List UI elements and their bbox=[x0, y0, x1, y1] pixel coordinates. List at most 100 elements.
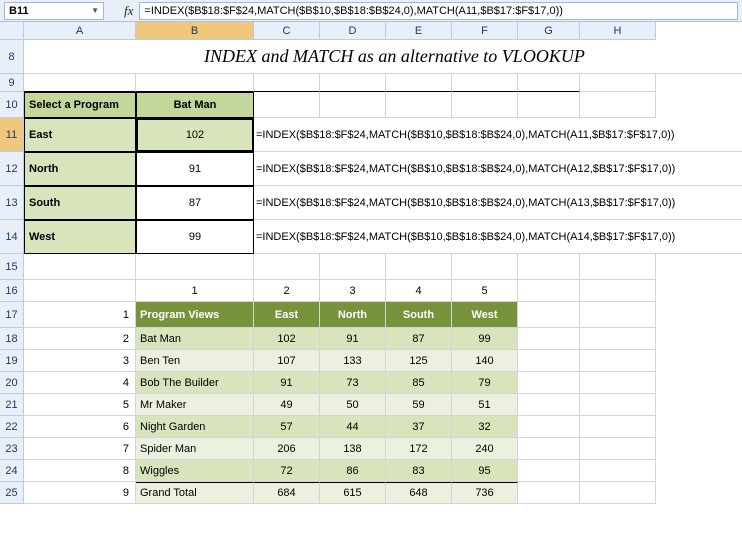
region-label[interactable]: West bbox=[24, 220, 136, 254]
col-index[interactable]: 3 bbox=[320, 280, 386, 302]
row-index[interactable]: 9 bbox=[24, 482, 136, 504]
row-header[interactable]: 14 bbox=[0, 220, 24, 254]
data-cell[interactable]: 99 bbox=[452, 328, 518, 350]
cell[interactable] bbox=[580, 394, 656, 416]
row-index[interactable]: 5 bbox=[24, 394, 136, 416]
cell[interactable] bbox=[518, 482, 580, 504]
cell[interactable] bbox=[518, 394, 580, 416]
cell[interactable] bbox=[518, 74, 580, 92]
row-header[interactable]: 18 bbox=[0, 328, 24, 350]
cell[interactable] bbox=[518, 372, 580, 394]
col-header[interactable]: D bbox=[320, 22, 386, 40]
region-value[interactable]: 87 bbox=[136, 186, 254, 220]
cell[interactable] bbox=[452, 74, 518, 92]
table-header[interactable]: South bbox=[386, 302, 452, 328]
cell[interactable] bbox=[518, 280, 580, 302]
data-cell[interactable]: 107 bbox=[254, 350, 320, 372]
fx-button[interactable]: fx bbox=[124, 3, 133, 19]
row-header[interactable]: 10 bbox=[0, 92, 24, 118]
row-header[interactable]: 13 bbox=[0, 186, 24, 220]
row-index[interactable]: 7 bbox=[24, 438, 136, 460]
cell[interactable] bbox=[518, 460, 580, 482]
grand-total-value[interactable]: 736 bbox=[452, 482, 518, 504]
data-cell[interactable]: 240 bbox=[452, 438, 518, 460]
cell[interactable] bbox=[518, 254, 580, 280]
cell[interactable] bbox=[580, 460, 656, 482]
data-cell[interactable]: 32 bbox=[452, 416, 518, 438]
data-cell[interactable]: 91 bbox=[320, 328, 386, 350]
data-cell[interactable]: 83 bbox=[386, 460, 452, 482]
program-name[interactable]: Night Garden bbox=[136, 416, 254, 438]
cell[interactable] bbox=[136, 254, 254, 280]
formula-display[interactable]: =INDEX($B$18:$F$24,MATCH($B$10,$B$18:$B$… bbox=[254, 186, 742, 220]
table-header[interactable]: Program Views bbox=[136, 302, 254, 328]
data-cell[interactable]: 91 bbox=[254, 372, 320, 394]
row-header[interactable]: 17 bbox=[0, 302, 24, 328]
cell[interactable] bbox=[518, 416, 580, 438]
cell[interactable] bbox=[580, 254, 656, 280]
cell[interactable] bbox=[580, 482, 656, 504]
cell[interactable] bbox=[136, 74, 254, 92]
cell[interactable] bbox=[386, 92, 452, 118]
row-index[interactable]: 3 bbox=[24, 350, 136, 372]
data-cell[interactable]: 125 bbox=[386, 350, 452, 372]
row-header[interactable]: 22 bbox=[0, 416, 24, 438]
region-label[interactable]: East bbox=[24, 118, 136, 152]
row-header[interactable]: 24 bbox=[0, 460, 24, 482]
cell[interactable] bbox=[254, 254, 320, 280]
data-cell[interactable]: 37 bbox=[386, 416, 452, 438]
cell[interactable] bbox=[518, 92, 580, 118]
data-cell[interactable]: 50 bbox=[320, 394, 386, 416]
row-index[interactable]: 2 bbox=[24, 328, 136, 350]
program-name[interactable]: Bat Man bbox=[136, 328, 254, 350]
program-name[interactable]: Spider Man bbox=[136, 438, 254, 460]
data-cell[interactable]: 140 bbox=[452, 350, 518, 372]
region-value[interactable]: 91 bbox=[136, 152, 254, 186]
col-header[interactable]: F bbox=[452, 22, 518, 40]
data-cell[interactable]: 51 bbox=[452, 394, 518, 416]
col-header[interactable]: H bbox=[580, 22, 656, 40]
data-cell[interactable]: 59 bbox=[386, 394, 452, 416]
cell[interactable] bbox=[580, 74, 656, 92]
name-box[interactable]: B11 ▼ bbox=[4, 2, 104, 20]
cell[interactable] bbox=[518, 438, 580, 460]
data-cell[interactable]: 85 bbox=[386, 372, 452, 394]
row-header[interactable]: 9 bbox=[0, 74, 24, 92]
cell[interactable] bbox=[580, 438, 656, 460]
data-cell[interactable]: 172 bbox=[386, 438, 452, 460]
cell[interactable] bbox=[24, 254, 136, 280]
data-cell[interactable]: 73 bbox=[320, 372, 386, 394]
cell[interactable] bbox=[580, 280, 656, 302]
region-label[interactable]: South bbox=[24, 186, 136, 220]
cell[interactable] bbox=[580, 372, 656, 394]
cell[interactable] bbox=[580, 92, 656, 118]
row-header[interactable]: 12 bbox=[0, 152, 24, 186]
data-cell[interactable]: 44 bbox=[320, 416, 386, 438]
col-index[interactable]: 1 bbox=[136, 280, 254, 302]
program-name[interactable]: Wiggles bbox=[136, 460, 254, 482]
data-cell[interactable]: 138 bbox=[320, 438, 386, 460]
row-header[interactable]: 21 bbox=[0, 394, 24, 416]
data-cell[interactable]: 95 bbox=[452, 460, 518, 482]
cell[interactable] bbox=[580, 328, 656, 350]
data-cell[interactable]: 79 bbox=[452, 372, 518, 394]
cell[interactable] bbox=[254, 92, 320, 118]
grand-total-value[interactable]: 615 bbox=[320, 482, 386, 504]
chevron-down-icon[interactable]: ▼ bbox=[91, 6, 99, 15]
region-value[interactable]: 99 bbox=[136, 220, 254, 254]
data-cell[interactable]: 206 bbox=[254, 438, 320, 460]
formula-display[interactable]: =INDEX($B$18:$F$24,MATCH($B$10,$B$18:$B$… bbox=[254, 118, 742, 152]
row-index[interactable]: 1 bbox=[24, 302, 136, 328]
cell[interactable] bbox=[518, 328, 580, 350]
cell[interactable] bbox=[24, 280, 136, 302]
data-cell[interactable]: 133 bbox=[320, 350, 386, 372]
cell[interactable] bbox=[386, 254, 452, 280]
row-header[interactable]: 16 bbox=[0, 280, 24, 302]
region-label[interactable]: North bbox=[24, 152, 136, 186]
col-index[interactable]: 4 bbox=[386, 280, 452, 302]
data-cell[interactable]: 57 bbox=[254, 416, 320, 438]
cell[interactable] bbox=[24, 74, 136, 92]
program-dropdown[interactable]: Bat Man bbox=[136, 92, 254, 118]
row-header[interactable]: 25 bbox=[0, 482, 24, 504]
cell[interactable] bbox=[518, 302, 580, 328]
